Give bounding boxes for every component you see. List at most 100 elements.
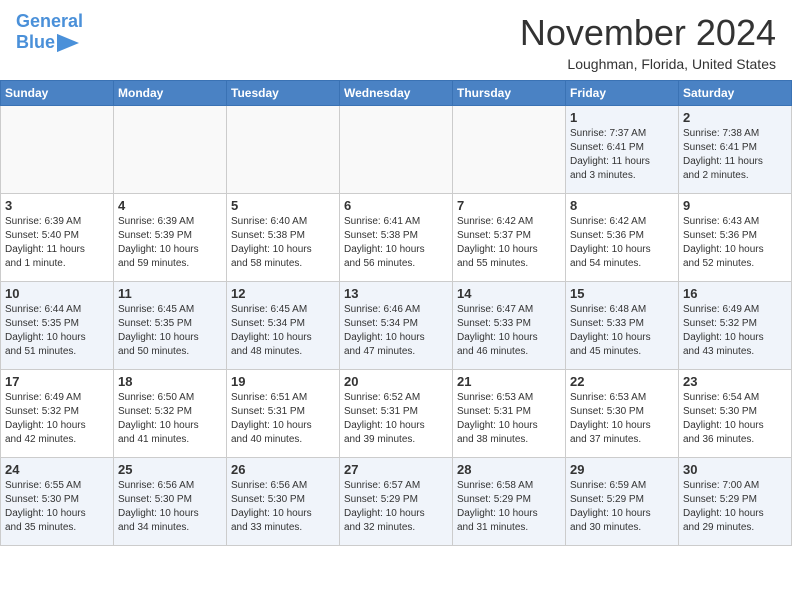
day-number: 23 — [683, 374, 787, 389]
table-row: 28Sunrise: 6:58 AM Sunset: 5:29 PM Dayli… — [453, 458, 566, 546]
day-info: Sunrise: 6:52 AM Sunset: 5:31 PM Dayligh… — [344, 391, 448, 447]
day-info: Sunrise: 6:43 AM Sunset: 5:36 PM Dayligh… — [683, 215, 787, 271]
table-row: 1 Sunrise: 7:37 AM Sunset: 6:41 PM Daylig… — [566, 106, 679, 194]
header-friday: Friday — [566, 81, 679, 106]
table-row — [227, 106, 340, 194]
day-info: Sunrise: 6:45 AM Sunset: 5:34 PM Dayligh… — [231, 303, 335, 359]
table-row — [1, 106, 114, 194]
day-info: Sunrise: 6:56 AM Sunset: 5:30 PM Dayligh… — [231, 479, 335, 535]
day-number: 11 — [118, 286, 222, 301]
table-row: 30 Sunrise: 7:00 AM Sunset: 5:29 PM Dayli… — [679, 458, 792, 546]
table-row: 25Sunrise: 6:56 AM Sunset: 5:30 PM Dayli… — [114, 458, 227, 546]
day-number: 19 — [231, 374, 335, 389]
day-number: 3 — [5, 198, 109, 213]
day-number: 22 — [570, 374, 674, 389]
calendar-header-row: Sunday Monday Tuesday Wednesday Thursday… — [1, 81, 792, 106]
table-row: 23 Sunrise: 6:54 AM Sunset: 5:30 PM Dayli… — [679, 370, 792, 458]
day-info: Sunrise: 6:49 AM Sunset: 5:32 PM Dayligh… — [5, 391, 109, 447]
logo-icon — [57, 32, 79, 54]
table-row: 8 Sunrise: 6:42 AM Sunset: 5:36 PM Daylig… — [566, 194, 679, 282]
day-number: 29 — [570, 462, 674, 477]
day-number: 12 — [231, 286, 335, 301]
day-info: Sunrise: 6:57 AM Sunset: 5:29 PM Dayligh… — [344, 479, 448, 535]
table-row: 17 Sunrise: 6:49 AM Sunset: 5:32 PM Dayli… — [1, 370, 114, 458]
day-info: Sunrise: 6:49 AM Sunset: 5:32 PM Dayligh… — [683, 303, 787, 359]
day-number: 24 — [5, 462, 109, 477]
day-number: 30 — [683, 462, 787, 477]
table-row: 16 Sunrise: 6:49 AM Sunset: 5:32 PM Dayli… — [679, 282, 792, 370]
day-info: Sunrise: 6:39 AM Sunset: 5:39 PM Dayligh… — [118, 215, 222, 271]
header-wednesday: Wednesday — [340, 81, 453, 106]
table-row: 15 Sunrise: 6:48 AM Sunset: 5:33 PM Dayli… — [566, 282, 679, 370]
day-number: 16 — [683, 286, 787, 301]
day-number: 8 — [570, 198, 674, 213]
table-row: 4 Sunrise: 6:39 AM Sunset: 5:39 PM Daylig… — [114, 194, 227, 282]
title-block: November 2024 Loughman, Florida, United … — [520, 12, 776, 72]
day-number: 1 — [570, 110, 674, 125]
day-number: 17 — [5, 374, 109, 389]
day-number: 5 — [231, 198, 335, 213]
day-number: 13 — [344, 286, 448, 301]
header-tuesday: Tuesday — [227, 81, 340, 106]
day-info: Sunrise: 6:46 AM Sunset: 5:34 PM Dayligh… — [344, 303, 448, 359]
day-info: Sunrise: 6:39 AM Sunset: 5:40 PM Dayligh… — [5, 215, 109, 271]
table-row: 11Sunrise: 6:45 AM Sunset: 5:35 PM Dayli… — [114, 282, 227, 370]
table-row: 21Sunrise: 6:53 AM Sunset: 5:31 PM Dayli… — [453, 370, 566, 458]
calendar-week-1: 1 Sunrise: 7:37 AM Sunset: 6:41 PM Daylig… — [1, 106, 792, 194]
table-row: 12 Sunrise: 6:45 AM Sunset: 5:34 PM Dayli… — [227, 282, 340, 370]
table-row: 7 Sunrise: 6:42 AM Sunset: 5:37 PM Daylig… — [453, 194, 566, 282]
day-number: 14 — [457, 286, 561, 301]
day-info: Sunrise: 7:00 AM Sunset: 5:29 PM Dayligh… — [683, 479, 787, 535]
day-info: Sunrise: 6:53 AM Sunset: 5:31 PM Dayligh… — [457, 391, 561, 447]
table-row: 5 Sunrise: 6:40 AM Sunset: 5:38 PM Daylig… — [227, 194, 340, 282]
day-number: 27 — [344, 462, 448, 477]
day-info: Sunrise: 6:58 AM Sunset: 5:29 PM Dayligh… — [457, 479, 561, 535]
table-row: 9 Sunrise: 6:43 AM Sunset: 5:36 PM Daylig… — [679, 194, 792, 282]
table-row: 13 Sunrise: 6:46 AM Sunset: 5:34 PM Dayli… — [340, 282, 453, 370]
calendar-week-5: 24 Sunrise: 6:55 AM Sunset: 5:30 PM Dayli… — [1, 458, 792, 546]
calendar-table: Sunday Monday Tuesday Wednesday Thursday… — [0, 80, 792, 546]
table-row: 24 Sunrise: 6:55 AM Sunset: 5:30 PM Dayli… — [1, 458, 114, 546]
calendar-week-3: 10Sunrise: 6:44 AM Sunset: 5:35 PM Dayli… — [1, 282, 792, 370]
day-info: Sunrise: 6:47 AM Sunset: 5:33 PM Dayligh… — [457, 303, 561, 359]
day-number: 2 — [683, 110, 787, 125]
header-sunday: Sunday — [1, 81, 114, 106]
day-info: Sunrise: 6:40 AM Sunset: 5:38 PM Dayligh… — [231, 215, 335, 271]
day-info: Sunrise: 6:53 AM Sunset: 5:30 PM Dayligh… — [570, 391, 674, 447]
table-row — [453, 106, 566, 194]
day-number: 7 — [457, 198, 561, 213]
table-row: 10Sunrise: 6:44 AM Sunset: 5:35 PM Dayli… — [1, 282, 114, 370]
day-number: 9 — [683, 198, 787, 213]
day-info: Sunrise: 6:48 AM Sunset: 5:33 PM Dayligh… — [570, 303, 674, 359]
header: General Blue November 2024 Loughman, Flo… — [0, 0, 792, 80]
day-number: 10 — [5, 286, 109, 301]
day-info: Sunrise: 6:41 AM Sunset: 5:38 PM Dayligh… — [344, 215, 448, 271]
day-info: Sunrise: 6:55 AM Sunset: 5:30 PM Dayligh… — [5, 479, 109, 535]
header-saturday: Saturday — [679, 81, 792, 106]
location: Loughman, Florida, United States — [520, 56, 776, 72]
day-info: Sunrise: 7:37 AM Sunset: 6:41 PM Dayligh… — [570, 127, 674, 183]
table-row: 2 Sunrise: 7:38 AM Sunset: 6:41 PM Daylig… — [679, 106, 792, 194]
day-number: 15 — [570, 286, 674, 301]
day-info: Sunrise: 6:42 AM Sunset: 5:37 PM Dayligh… — [457, 215, 561, 271]
table-row: 20Sunrise: 6:52 AM Sunset: 5:31 PM Dayli… — [340, 370, 453, 458]
day-info: Sunrise: 7:38 AM Sunset: 6:41 PM Dayligh… — [683, 127, 787, 183]
day-info: Sunrise: 6:50 AM Sunset: 5:32 PM Dayligh… — [118, 391, 222, 447]
calendar-week-2: 3 Sunrise: 6:39 AM Sunset: 5:40 PM Daylig… — [1, 194, 792, 282]
day-info: Sunrise: 6:42 AM Sunset: 5:36 PM Dayligh… — [570, 215, 674, 271]
logo-text: General Blue — [16, 12, 83, 54]
day-number: 4 — [118, 198, 222, 213]
day-number: 6 — [344, 198, 448, 213]
page-container: General Blue November 2024 Loughman, Flo… — [0, 0, 792, 612]
day-number: 26 — [231, 462, 335, 477]
table-row: 14 Sunrise: 6:47 AM Sunset: 5:33 PM Dayli… — [453, 282, 566, 370]
day-info: Sunrise: 6:54 AM Sunset: 5:30 PM Dayligh… — [683, 391, 787, 447]
table-row: 6 Sunrise: 6:41 AM Sunset: 5:38 PM Daylig… — [340, 194, 453, 282]
calendar-week-4: 17 Sunrise: 6:49 AM Sunset: 5:32 PM Dayli… — [1, 370, 792, 458]
day-info: Sunrise: 6:56 AM Sunset: 5:30 PM Dayligh… — [118, 479, 222, 535]
table-row: 29 Sunrise: 6:59 AM Sunset: 5:29 PM Dayli… — [566, 458, 679, 546]
table-row — [340, 106, 453, 194]
day-number: 18 — [118, 374, 222, 389]
day-info: Sunrise: 6:59 AM Sunset: 5:29 PM Dayligh… — [570, 479, 674, 535]
table-row: 27 Sunrise: 6:57 AM Sunset: 5:29 PM Dayli… — [340, 458, 453, 546]
